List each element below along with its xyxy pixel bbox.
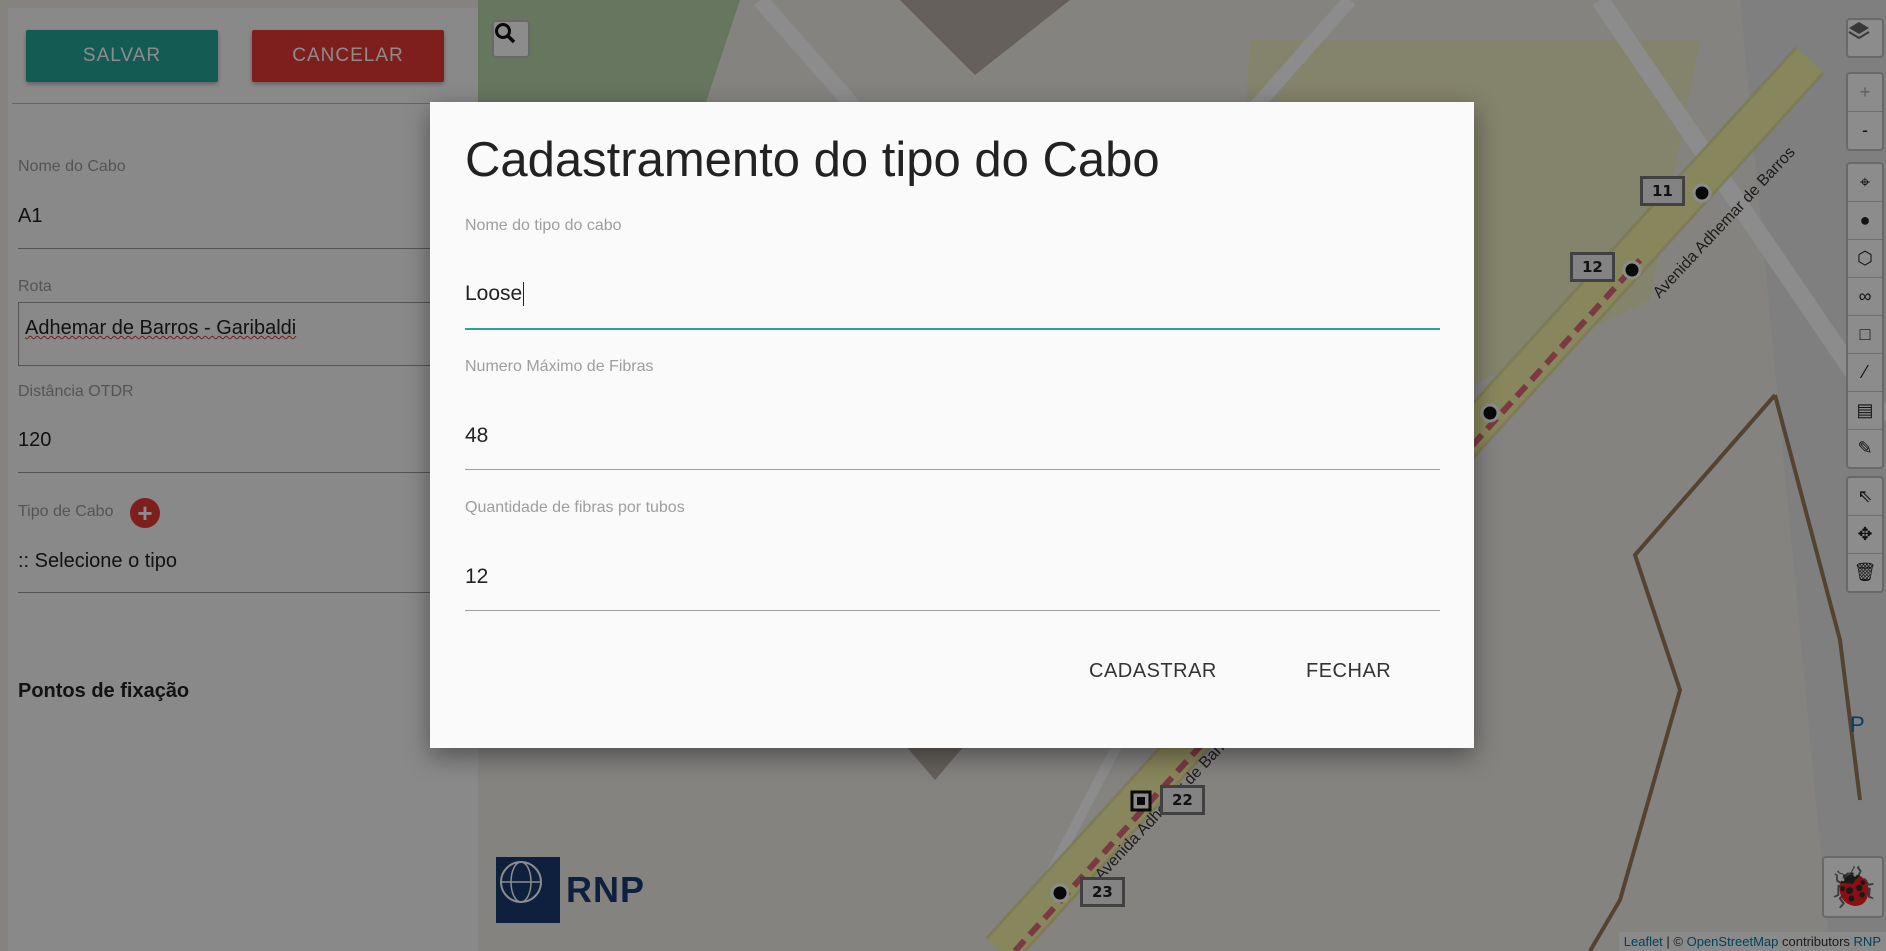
submit-button[interactable]: CADASTRAR xyxy=(1089,660,1217,683)
cable-type-name-label: Nome do tipo do cabo xyxy=(465,217,622,234)
close-button[interactable]: FECHAR xyxy=(1306,660,1391,683)
max-fibers-label: Numero Máximo de Fibras xyxy=(465,358,654,375)
input-underline xyxy=(465,610,1440,611)
max-fibers-input[interactable]: 48 xyxy=(465,424,488,448)
cable-type-modal: Cadastramento do tipo do Cabo Nome do ti… xyxy=(430,102,1474,748)
text-caret xyxy=(523,282,525,307)
modal-title: Cadastramento do tipo do Cabo xyxy=(465,133,1160,187)
input-underline-active xyxy=(465,328,1440,330)
fibers-per-tube-label: Quantidade de fibras por tubos xyxy=(465,499,685,516)
cable-type-name-input[interactable]: Loose xyxy=(465,282,525,307)
input-underline xyxy=(465,469,1440,470)
fibers-per-tube-input[interactable]: 12 xyxy=(465,565,488,589)
